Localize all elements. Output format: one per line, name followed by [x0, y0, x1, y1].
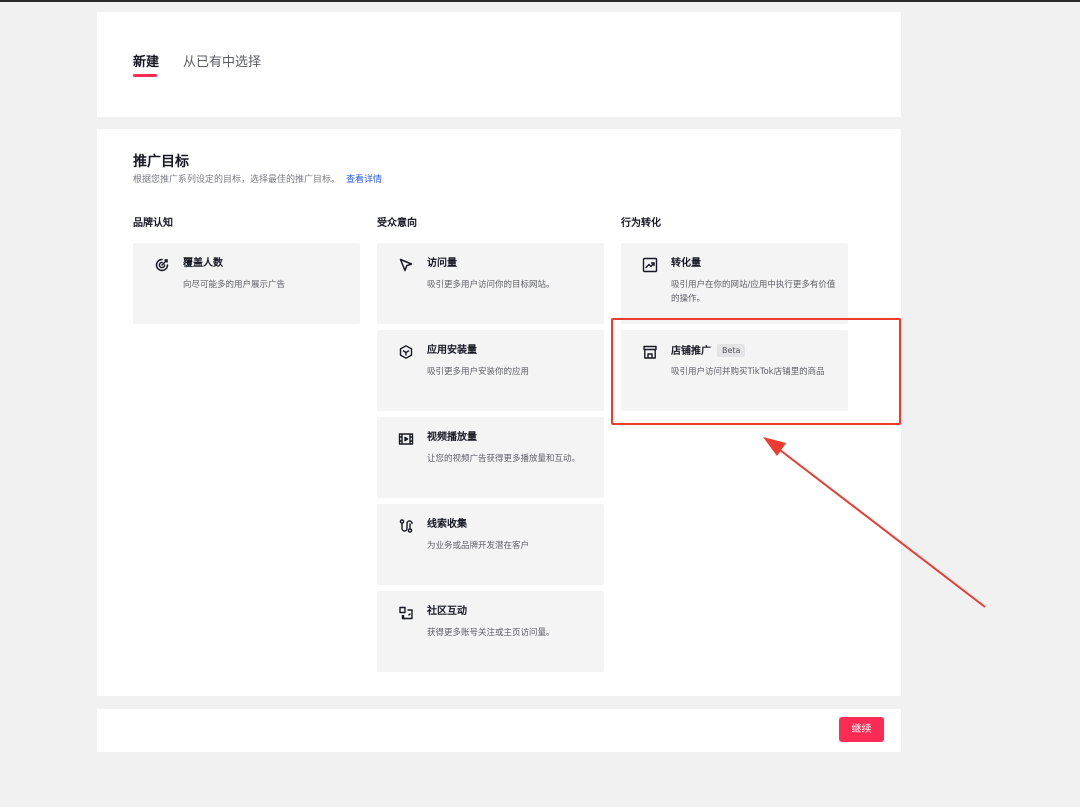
annotation-arrow — [763, 437, 986, 608]
